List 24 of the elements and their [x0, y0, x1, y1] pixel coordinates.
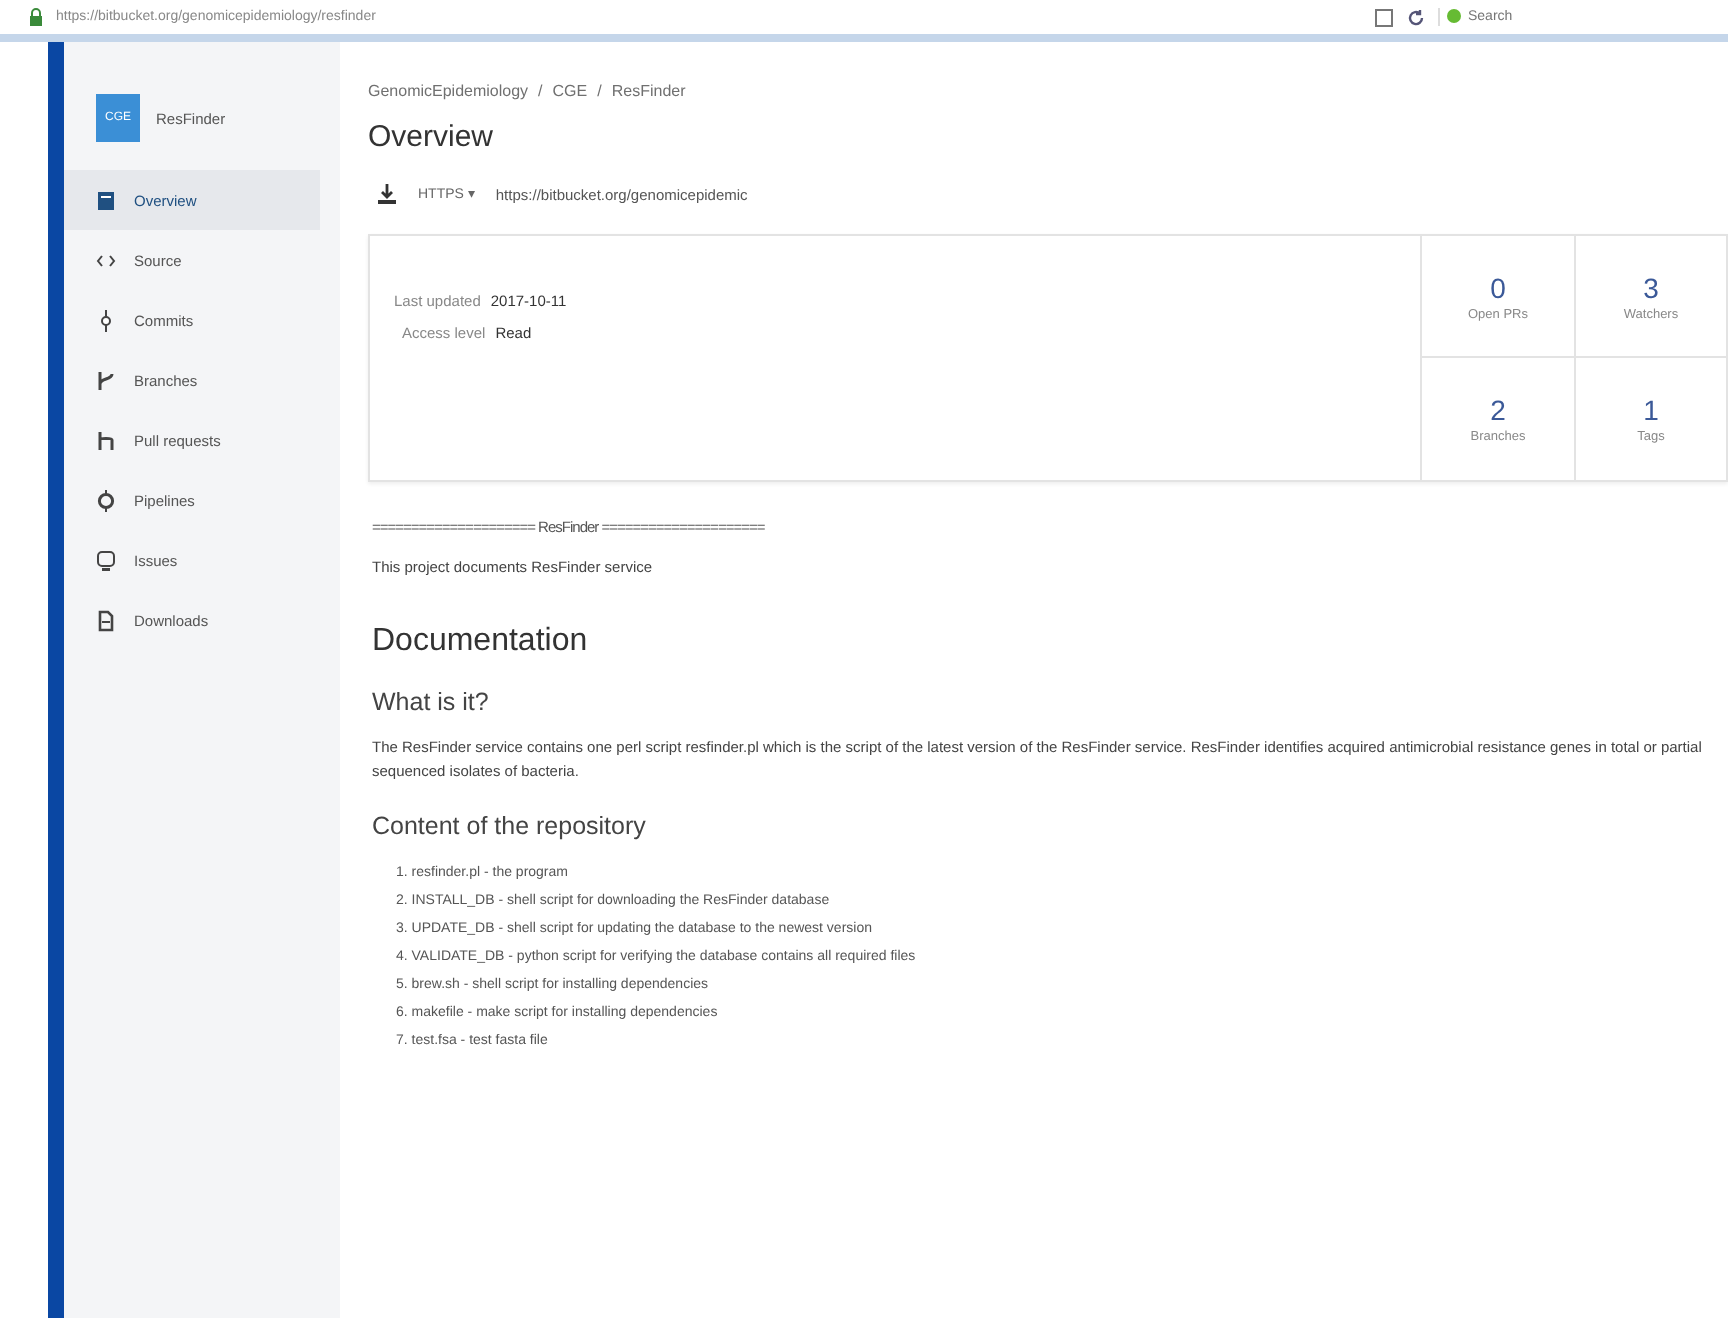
stat-count[interactable]: 1	[1643, 394, 1659, 426]
cycle-icon	[96, 489, 116, 511]
stat-count[interactable]: 3	[1643, 271, 1659, 303]
breadcrumb-link[interactable]: ResFinder	[611, 82, 686, 100]
branch-icon	[96, 369, 116, 391]
breadcrumb-link[interactable]: CGE	[552, 82, 588, 100]
download-icon[interactable]	[376, 182, 398, 206]
page-title: Overview	[368, 120, 496, 154]
breadcrumb-separator: /	[597, 82, 602, 100]
compatibility-icon[interactable]	[1374, 7, 1394, 27]
document-icon	[96, 189, 116, 211]
issue-icon	[96, 549, 116, 571]
breadcrumb-link[interactable]: GenomicEpidemiology	[368, 82, 529, 100]
pull-request-icon	[96, 429, 116, 451]
breadcrumb-separator: /	[538, 82, 543, 100]
commit-icon	[96, 309, 116, 331]
lock-icon	[28, 8, 44, 26]
subsection-heading: What is it?	[372, 688, 491, 716]
section-heading: Documentation	[372, 624, 590, 660]
refresh-icon[interactable]	[1406, 7, 1426, 27]
subsection-heading: Content of the repository	[372, 812, 648, 840]
stat-count[interactable]: 2	[1490, 394, 1506, 426]
download-icon	[96, 609, 116, 631]
stat-count[interactable]: 0	[1490, 271, 1506, 303]
